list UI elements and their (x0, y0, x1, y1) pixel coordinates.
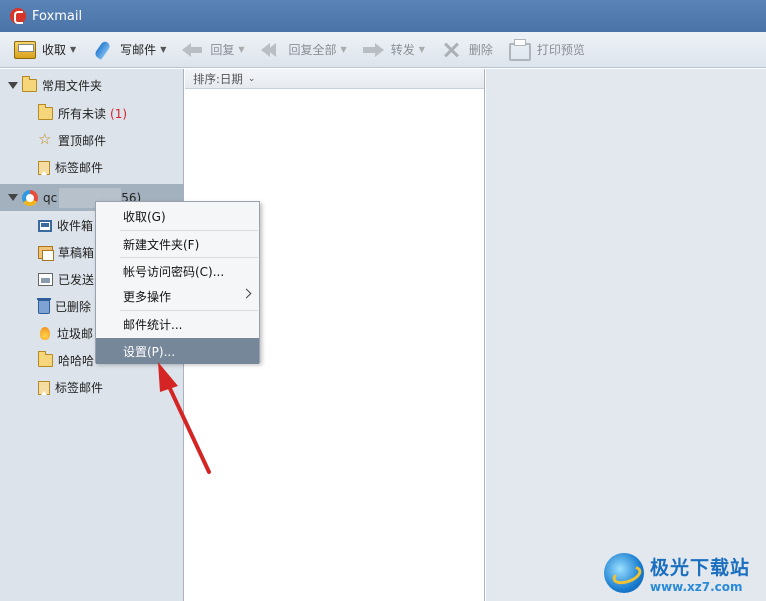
reply-button[interactable]: 回复 ▼ (176, 36, 250, 64)
menu-item-mail-stats[interactable]: 邮件统计... (96, 311, 259, 337)
forward-label: 转发 (390, 43, 415, 57)
menu-item-new-folder[interactable]: 新建文件夹(F) (96, 231, 259, 257)
reply-icon (182, 41, 204, 59)
watermark-title: 极光下载站 (650, 556, 751, 579)
receive-label: 收取 (42, 43, 67, 57)
reply-label: 回复 (210, 43, 235, 57)
chevron-down-icon[interactable]: ▼ (70, 45, 76, 54)
folder-icon (22, 76, 37, 92)
account-icon (22, 189, 38, 206)
inbox-icon (38, 219, 52, 232)
sidebar-item-all-unread[interactable]: 所有未读 (1) (0, 100, 184, 127)
context-menu: 收取(G) 新建文件夹(F) 帐号访问密码(C)... 更多操作 邮件统计...… (95, 201, 260, 364)
sidebar-item-tagged[interactable]: 标签邮件 (0, 154, 184, 181)
print-preview-label: 打印预览 (536, 43, 585, 57)
bookmark-icon (38, 160, 50, 175)
trash-icon (37, 297, 51, 314)
sidebar-item-label: 标签邮件 (55, 161, 104, 175)
expand-triangle-icon[interactable] (8, 82, 18, 89)
sidebar-item-label: 收件箱 (57, 219, 94, 233)
delete-label: 删除 (468, 43, 493, 57)
forward-button[interactable]: 转发 ▼ (357, 36, 431, 64)
sent-icon (38, 273, 53, 286)
window-title: Foxmail (32, 8, 83, 24)
title-bar: Foxmail (0, 0, 766, 32)
menu-item-account-password[interactable]: 帐号访问密码(C)... (96, 258, 259, 284)
receive-icon (14, 40, 36, 59)
feather-pen-icon (92, 41, 114, 59)
sidebar-item-account-tagged[interactable]: 标签邮件 (0, 374, 184, 401)
write-mail-label: 写邮件 (120, 43, 157, 57)
write-mail-button[interactable]: 写邮件 ▼ (86, 36, 172, 64)
receive-button[interactable]: 收取 ▼ (8, 36, 82, 64)
forward-icon (362, 41, 385, 59)
sidebar-item-label: 草稿箱 (58, 246, 95, 260)
menu-item-label: 新建文件夹(F) (123, 237, 200, 252)
delete-icon (441, 41, 463, 59)
sidebar-item-label: 所有未读 (58, 107, 107, 121)
chevron-down-icon[interactable]: ▼ (341, 45, 347, 54)
chevron-down-icon[interactable]: ▼ (160, 45, 166, 54)
menu-item-more-actions[interactable]: 更多操作 (96, 283, 259, 309)
reply-all-label: 回复全部 (288, 43, 337, 57)
unread-count-badge: (1) (110, 106, 128, 121)
site-watermark: 极光下载站 www.xz7.com (604, 548, 764, 598)
sidebar-item-label: 哈哈哈 (58, 354, 95, 368)
menu-item-label: 更多操作 (123, 289, 172, 304)
common-folders-label: 常用文件夹 (42, 79, 103, 93)
reply-all-button[interactable]: 回复全部 ▼ (255, 36, 353, 64)
printer-icon (508, 38, 531, 61)
menu-item-label: 设置(P)... (123, 344, 176, 359)
menu-item-settings[interactable]: 设置(P)... (96, 338, 259, 364)
sort-header[interactable]: 排序:日期 ⌄ (185, 69, 484, 89)
expand-triangle-icon[interactable] (8, 194, 18, 201)
star-icon (38, 130, 53, 148)
sort-label: 排序:日期 (193, 71, 243, 86)
sidebar-item-pinned[interactable]: 置顶邮件 (0, 127, 184, 154)
sidebar-item-label: 已删除 (55, 300, 92, 314)
menu-item-label: 收取(G) (123, 209, 166, 224)
common-folders-node[interactable]: 常用文件夹 (0, 72, 184, 99)
chevron-down-icon[interactable]: ▼ (419, 45, 425, 54)
watermark-url: www.xz7.com (650, 579, 743, 594)
reading-pane (486, 69, 766, 601)
chevron-right-icon (241, 288, 252, 299)
chevron-down-icon[interactable]: ▼ (238, 45, 244, 54)
folder-icon (38, 351, 53, 367)
drafts-icon (38, 246, 54, 261)
watermark-logo-icon (604, 553, 644, 593)
menu-item-label: 邮件统计... (123, 317, 183, 332)
delete-button[interactable]: 删除 (435, 36, 499, 64)
menu-item-label: 帐号访问密码(C)... (123, 264, 225, 279)
print-preview-button[interactable]: 打印预览 (503, 36, 591, 64)
sidebar-item-label: 已发送 (58, 273, 95, 287)
toolbar: 收取 ▼ 写邮件 ▼ 回复 ▼ 回复全部 ▼ 转发 ▼ 删除 打印预览 (0, 32, 766, 68)
sidebar-item-label: 置顶邮件 (58, 134, 107, 148)
sidebar-item-label: 垃圾邮 (57, 327, 94, 341)
spam-icon (38, 326, 52, 341)
foxmail-logo-icon (10, 8, 26, 24)
sidebar-item-label: 标签邮件 (55, 381, 104, 395)
bookmark-icon (38, 380, 50, 395)
reply-all-icon (260, 41, 283, 59)
chevron-down-icon[interactable]: ⌄ (248, 74, 256, 84)
menu-item-receive[interactable]: 收取(G) (96, 203, 259, 229)
account-name-prefix: qc (43, 190, 58, 205)
folder-icon (38, 104, 53, 120)
